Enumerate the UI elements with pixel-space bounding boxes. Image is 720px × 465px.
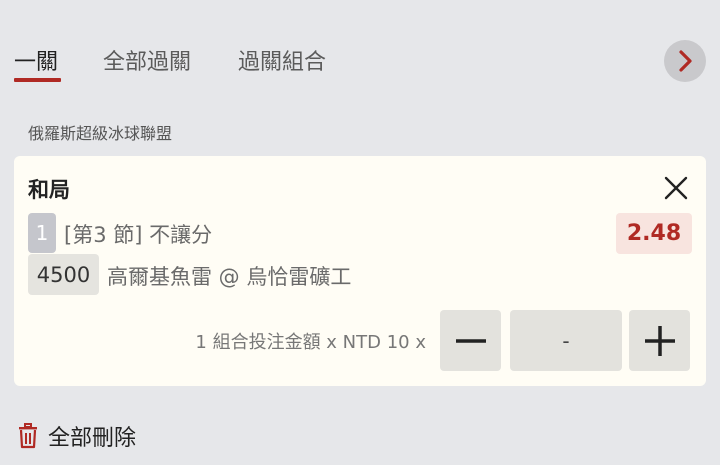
increase-stake-button[interactable] <box>629 310 690 371</box>
delete-all-button[interactable]: 全部刪除 <box>16 420 136 452</box>
trash-icon <box>19 423 37 449</box>
chevron-right-icon <box>679 50 692 72</box>
period-badge: 1 <box>28 213 56 253</box>
market-description: [第3 節] 不讓分 <box>64 223 213 247</box>
close-icon <box>664 176 688 200</box>
event-id-badge: 4500 <box>28 254 99 295</box>
active-tab-indicator <box>14 78 61 82</box>
tab-all-parlay[interactable]: 全部過關 <box>103 44 191 76</box>
plus-icon <box>644 325 675 356</box>
decrease-stake-button[interactable] <box>440 310 501 371</box>
odds-value: 2.48 <box>616 213 692 254</box>
tab-single[interactable]: 一關 <box>14 44 58 76</box>
stake-label: 1 組合投注金額 x NTD 10 x <box>195 332 426 353</box>
tab-parlay-combo[interactable]: 過關組合 <box>238 44 326 76</box>
league-name: 俄羅斯超級冰球聯盟 <box>28 124 173 143</box>
delete-all-label: 全部刪除 <box>48 426 137 451</box>
stake-amount-input[interactable] <box>510 310 622 371</box>
match-teams: 高爾基魚雷 @ 烏恰雷礦工 <box>107 265 352 289</box>
bet-slip-card: 和局 1 [第3 節] 不讓分 2.48 4500 高爾基魚雷 @ 烏恰雷礦工 … <box>14 156 706 386</box>
bet-type-tabs: 一關 全部過關 過關組合 <box>0 0 720 100</box>
minus-icon <box>455 338 486 343</box>
remove-bet-button[interactable] <box>662 174 690 202</box>
next-tab-button[interactable] <box>664 40 706 82</box>
bet-selection-title: 和局 <box>28 178 70 202</box>
